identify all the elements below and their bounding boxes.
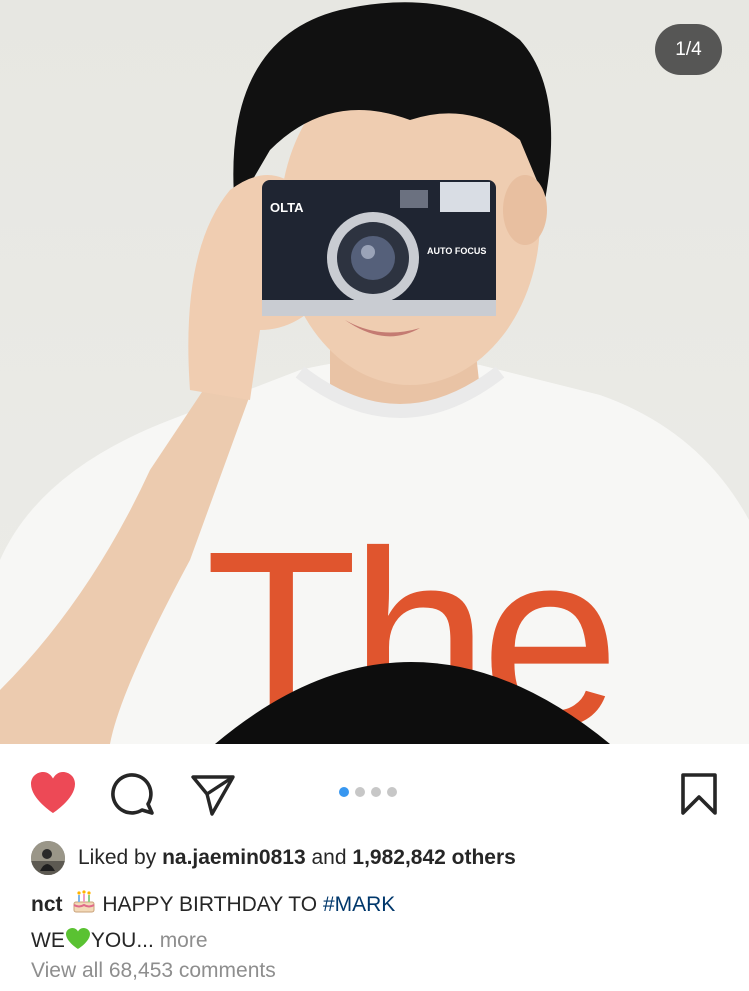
bookmark-icon [681,773,717,815]
liker-avatar[interactable] [31,841,65,875]
like-button[interactable] [29,771,77,820]
photo-illustration: OLTA AUTO FOCUS The [0,2,749,744]
paper-plane-icon [191,775,235,816]
post-photo[interactable]: OLTA AUTO FOCUS The [0,0,749,744]
caption-line2-start: WE [31,929,65,952]
image-counter-text: 1/4 [675,38,702,60]
caption-more-link[interactable]: more [160,929,208,952]
save-button[interactable] [680,772,718,821]
avatar-image [31,841,65,875]
likes-text: Liked by na.jaemin0813 and 1,982,842 oth… [78,846,516,870]
share-button[interactable] [190,773,236,822]
likes-joiner: and [311,846,347,869]
post-caption: nct HAPPY BIRTHDAY TO #MARK WE YOU... mo… [31,889,395,961]
likes-prefix: Liked by [78,846,157,869]
birthday-cake-emoji-icon [71,889,97,925]
comment-button[interactable] [111,772,155,821]
caption-username[interactable]: nct [31,893,63,916]
liker-username[interactable]: na.jaemin0813 [162,846,306,869]
camera-label-text: AUTO FOCUS [427,246,486,256]
caption-line2-end: YOU... [90,929,154,952]
image-counter-badge: 1/4 [655,24,722,75]
green-heart-emoji-icon [65,927,91,961]
carousel-dot-2[interactable] [355,787,365,797]
caption-hashtag[interactable]: #MARK [323,893,395,916]
likes-summary[interactable]: Liked by na.jaemin0813 and 1,982,842 oth… [31,841,516,875]
caption-text: HAPPY BIRTHDAY TO [102,893,318,916]
comment-bubble-icon [111,773,154,815]
carousel-dot-4[interactable] [387,787,397,797]
heart-filled-icon [31,772,75,813]
view-all-comments-link[interactable]: View all 68,453 comments [31,959,276,983]
carousel-dot-1[interactable] [339,787,349,797]
likes-count[interactable]: 1,982,842 others [352,846,515,869]
camera-brand-text: OLTA [270,200,304,215]
carousel-indicator [339,787,397,797]
carousel-dot-3[interactable] [371,787,381,797]
